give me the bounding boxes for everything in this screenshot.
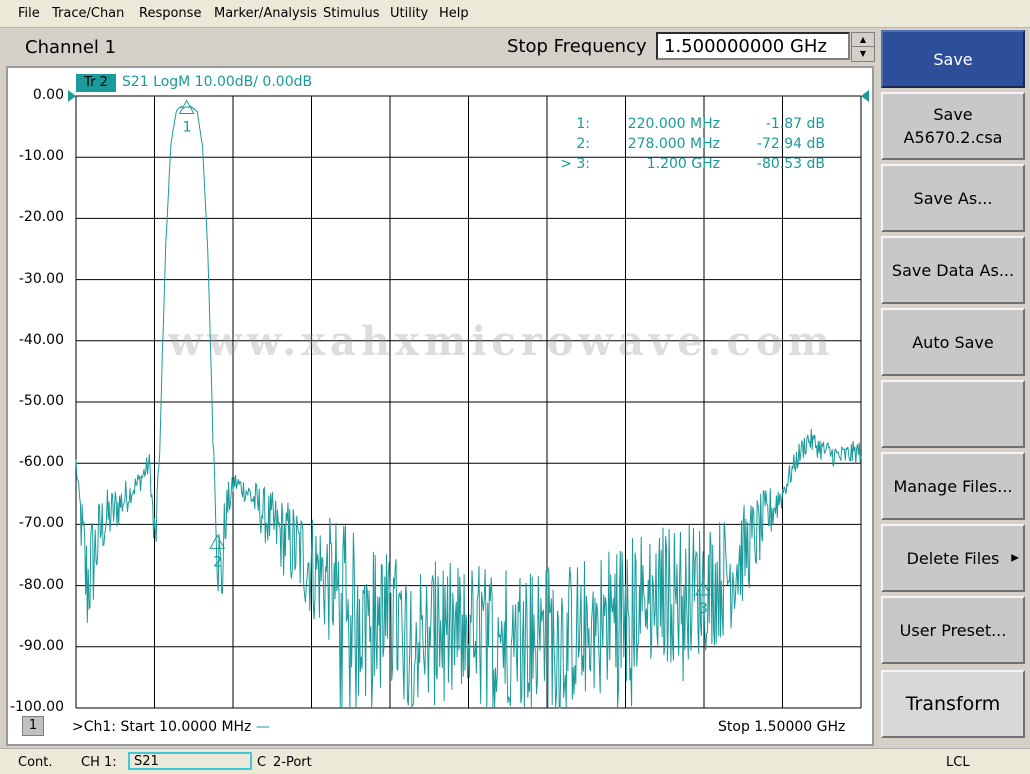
marker-freq: 220.000 MHz	[627, 116, 720, 132]
trace-label: S21 LogM 10.00dB/ 0.00dB	[122, 74, 313, 90]
channel-status: CH 1:	[81, 755, 117, 770]
marker-value: -80.53 dB	[756, 156, 825, 172]
softkey-label: Auto Save	[912, 332, 994, 352]
softkey-label: Transform	[905, 693, 1001, 715]
save-data-as-button[interactable]: Save Data As...	[881, 236, 1025, 304]
reference-left-arrow	[68, 90, 76, 102]
blank-softkey[interactable]	[881, 380, 1025, 448]
start-frequency-text: >Ch1: Start 10.0000 MHz	[72, 719, 252, 735]
manage-files-button[interactable]: Manage Files...	[881, 452, 1025, 520]
chevron-right-icon: ▶	[1011, 552, 1019, 564]
save-recall-button[interactable]: Save A5670.2.csa	[881, 92, 1025, 160]
softkey-label: Save Data As...	[891, 260, 1015, 280]
y-tick-label: -50.00	[18, 393, 64, 409]
port-status: 2-Port	[273, 755, 312, 770]
lcl-status: LCL	[946, 755, 970, 770]
marker-triangle-icon	[209, 534, 226, 549]
save-as-button[interactable]: Save As...	[881, 164, 1025, 232]
softkey-label: User Preset...	[899, 620, 1007, 640]
sweep-mode-status[interactable]: Cont.	[18, 755, 53, 770]
trace-plot: 1 2 3	[68, 90, 869, 709]
calibration-status: C	[257, 755, 267, 770]
softkey-label: Delete Files	[906, 548, 1000, 568]
softkey-label: Save As...	[913, 188, 993, 208]
y-tick-label: 0.00	[32, 87, 64, 103]
marker-id: > 3:	[560, 156, 590, 172]
y-tick-label: -100.00	[9, 699, 64, 715]
watermark-text: www.xahxmicrowave.com	[168, 318, 835, 365]
plot-grid	[75, 95, 862, 709]
marker-label: 3	[699, 601, 708, 617]
y-tick-label: -30.00	[18, 270, 64, 287]
trace-legend-icon: —	[255, 719, 270, 735]
softkey-label: Save	[933, 105, 973, 124]
softkey-label: Manage Files...	[893, 476, 1013, 496]
softkey-label: Save	[933, 49, 973, 69]
marker-freq: 1.200 GHz	[646, 156, 720, 172]
marker-value: -72.94 dB	[756, 136, 825, 152]
y-tick-label: -70.00	[18, 515, 64, 532]
marker-label: 2	[213, 554, 222, 570]
y-tick-label: -10.00	[18, 148, 64, 165]
measurement-param-status[interactable]: S21	[128, 752, 252, 770]
trace-badge[interactable]: Tr 2	[76, 74, 116, 92]
marker-value: -1.87 dB	[765, 116, 825, 132]
start-frequency-readout: >Ch1: Start 10.0000 MHz —	[72, 719, 270, 735]
softkey-sublabel: A5670.2.csa	[903, 128, 1003, 147]
user-preset-button[interactable]: User Preset...	[881, 596, 1025, 664]
y-tick-label: -20.00	[18, 209, 64, 226]
y-tick-label: -40.00	[18, 331, 64, 348]
marker-id: 2:	[576, 136, 590, 152]
status-bar: Cont. CH 1: S21 C 2-Port LCL	[0, 748, 1030, 774]
marker-label: 1	[183, 119, 192, 135]
reference-right-arrow	[861, 90, 869, 102]
channel-number-box[interactable]: 1	[22, 716, 44, 736]
save-button[interactable]: Save	[881, 30, 1025, 88]
transform-button[interactable]: Transform	[881, 670, 1025, 738]
y-tick-label: -80.00	[18, 576, 64, 593]
auto-save-button[interactable]: Auto Save	[881, 308, 1025, 376]
y-tick-label: -60.00	[18, 454, 64, 471]
delete-files-button[interactable]: Delete Files ▶	[881, 524, 1025, 592]
marker-freq: 278.000 MHz	[627, 136, 720, 152]
y-tick-label: -90.00	[18, 637, 64, 654]
marker-id: 1:	[576, 116, 590, 132]
stop-frequency-readout: Stop 1.50000 GHz	[718, 719, 846, 735]
